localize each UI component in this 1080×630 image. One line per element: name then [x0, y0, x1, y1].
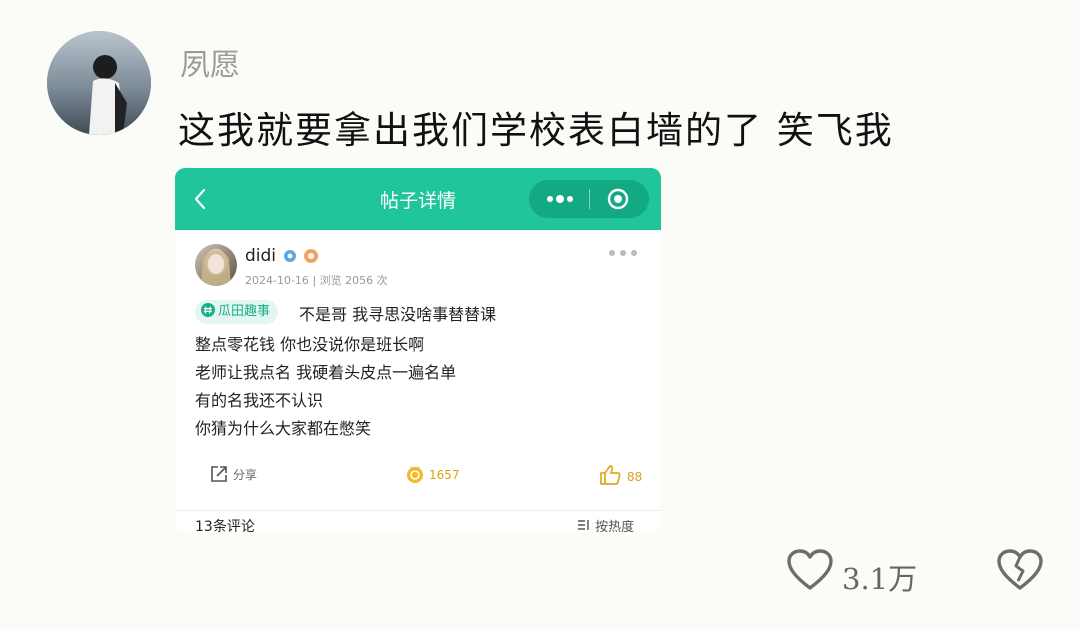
post-more-icon — [609, 250, 637, 256]
post-detail-header: 帖子详情 — [175, 168, 661, 230]
like-action: 88 — [599, 464, 642, 486]
share-action: 分享 — [209, 464, 257, 484]
post-text-line: 你猜为什么大家都在憋笑 — [195, 419, 372, 438]
target-icon — [607, 188, 629, 210]
comment-text: 这我就要拿出我们学校表白墙的了 笑飞我 — [178, 109, 894, 152]
post-text-line: 有的名我还不认识 — [195, 391, 324, 410]
heart-icon[interactable] — [786, 548, 834, 592]
post-date: 2024-10-16 — [245, 274, 309, 287]
more-dots-icon — [547, 195, 573, 203]
comment-like-count: 3.1万 — [842, 562, 918, 596]
commenter-username[interactable]: 夙愿 — [180, 40, 240, 84]
post-topic-tag: 瓜田趣事 — [195, 300, 279, 324]
post-author-photo — [201, 249, 231, 286]
post-author-avatar — [195, 244, 237, 286]
coin-count: 1657 — [429, 468, 460, 482]
coin-icon — [407, 466, 423, 483]
capsule-divider — [589, 189, 590, 209]
post-text-line: 老师让我点名 我硬着头皮点一遍名单 — [195, 363, 457, 382]
share-label: 分享 — [233, 468, 258, 482]
avatar-person-silhouette — [89, 55, 127, 135]
coin-action: 1657 — [405, 464, 460, 484]
mini-program-capsule — [529, 180, 649, 218]
post-topic-tag-label: 瓜田趣事 — [218, 304, 271, 319]
post-author-name: didi — [245, 246, 277, 266]
commenter-avatar[interactable] — [47, 31, 151, 135]
hashtag-icon — [201, 303, 215, 317]
sort-icon — [578, 520, 589, 530]
meta-separator: | — [312, 274, 320, 287]
broken-heart-icon[interactable] — [996, 548, 1044, 592]
post-text-line: 不是哥 我寻思没啥事替替课 — [299, 305, 497, 324]
sort-option: 按热度 — [577, 516, 634, 532]
card-divider — [175, 510, 661, 511]
thumbs-up-icon — [600, 465, 621, 485]
share-icon — [211, 466, 227, 482]
sort-label: 按热度 — [595, 520, 635, 532]
level-badge-icon — [304, 249, 318, 263]
verified-badge-icon — [284, 250, 296, 262]
post-text-line: 整点零花钱 你也没说你是班长啊 — [195, 335, 425, 354]
like-count: 88 — [627, 470, 643, 484]
embedded-post-screenshot[interactable]: 帖子详情 didi 2024-10-16 | 浏览 2056 次 瓜田趣事 不是… — [175, 168, 661, 532]
post-views: 浏览 2056 次 — [319, 274, 388, 287]
post-meta: 2024-10-16 | 浏览 2056 次 — [245, 272, 388, 288]
comment-count: 13条评论 — [195, 519, 255, 532]
